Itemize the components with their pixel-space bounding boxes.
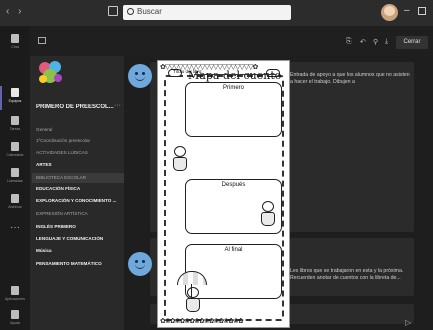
title-bar: ‹ › Buscar –: [0, 0, 433, 26]
channel-item[interactable]: PENSAMIENTO MATEMÁTICO: [36, 261, 124, 266]
channel-item[interactable]: General: [36, 127, 124, 132]
teams-icon: [11, 88, 19, 97]
avatar-eye: [142, 260, 145, 263]
zoom-icon[interactable]: ⚲: [373, 38, 378, 46]
channel-item[interactable]: ACTIVIDADES LÚDICAS: [36, 150, 124, 155]
appbar-label: Chat: [11, 45, 19, 49]
appbar-label: Aplicaciones: [5, 297, 25, 301]
save-icon[interactable]: ⤓: [385, 38, 388, 46]
assignments-icon: [11, 116, 19, 125]
book-title-line: [194, 74, 276, 75]
channel-item[interactable]: ARTES: [36, 162, 124, 167]
appbar-teams[interactable]: Equipos: [0, 84, 30, 112]
worksheet-image[interactable]: ✿▽▽▽▽▽▽▽▽▽▽▽▽▽▽▽▽▽▽▽▽✿ Mapa del cuento T…: [157, 60, 290, 328]
viewer-header: ⎘ ↶ ⚲ ⤓ Cerrar: [30, 26, 433, 56]
channel-item[interactable]: EXPRESIÓN ARTÍSTICA: [36, 211, 124, 216]
avatar-eye: [135, 260, 138, 263]
appbar-calls[interactable]: Llamadas: [0, 164, 30, 192]
child-illustration: [185, 287, 201, 313]
avatar-smile: [135, 76, 145, 81]
child-head: [262, 201, 274, 212]
channel-item[interactable]: INGLÉS PRIMERO: [36, 224, 124, 229]
appbar-chat[interactable]: Chat: [0, 30, 30, 58]
appbar-label: Llamadas: [7, 179, 23, 183]
child-illustration: [260, 201, 276, 227]
channel-item[interactable]: LENGUAJE Y COMUNICACIÓN: [36, 236, 124, 241]
appbar-label: Archivos: [8, 205, 22, 209]
appbar-files[interactable]: Archivos: [0, 190, 30, 218]
appbar-label: Ayuda: [10, 321, 20, 325]
document-icon: [38, 37, 46, 44]
teams-window: ‹ › Buscar – Chat Equipos Tareas Calenda…: [0, 0, 433, 330]
close-button[interactable]: Cerrar: [396, 36, 428, 49]
avatar-smile: [135, 264, 145, 269]
channel-panel: PRIMERO DE PREESCOL... ··· General 1ºCoo…: [30, 56, 124, 330]
child-body: [261, 212, 275, 226]
back-forward-nav[interactable]: ‹ ›: [6, 6, 24, 17]
compose-icon[interactable]: [108, 6, 118, 16]
story-box-label: Primero: [222, 85, 244, 91]
download-icon[interactable]: ⎘: [346, 38, 352, 46]
channel-item[interactable]: EXPLORACIÓN Y CONOCIMIENTO ...: [36, 198, 124, 203]
message-text: Les libros que se trabajaron en esta y l…: [290, 268, 404, 281]
child-head: [174, 146, 186, 157]
team-name[interactable]: PRIMERO DE PREESCOL...: [36, 104, 126, 110]
umbrella-handle: [191, 284, 192, 298]
maximize-button[interactable]: [418, 7, 426, 15]
help-icon: [11, 310, 19, 319]
appbar-label: Equipos: [8, 99, 22, 103]
send-icon[interactable]: ▷: [405, 318, 411, 327]
channel-item[interactable]: 1ºCoordinación preescolar: [36, 138, 124, 143]
search-input[interactable]: Buscar: [137, 7, 162, 16]
story-box-label: Al final: [224, 247, 243, 253]
profile-avatar[interactable]: [381, 4, 398, 21]
app-bar: Chat Equipos Tareas Calendario Llamadas …: [0, 26, 30, 330]
channel-item[interactable]: Música: [36, 248, 124, 253]
user-avatar[interactable]: [128, 252, 152, 276]
team-logo: [39, 61, 62, 83]
appbar-calendar[interactable]: Calendario: [0, 138, 30, 166]
search-icon: [127, 8, 134, 15]
file-icon: [11, 194, 19, 203]
story-box-first: Primero: [185, 82, 282, 137]
message-text: Entrada de apoyo a que los alumnos que n…: [290, 72, 410, 85]
channel-item[interactable]: EDUCACIÓN FÍSICA: [36, 186, 124, 191]
apps-icon: [11, 286, 19, 295]
avatar-eye: [135, 72, 138, 75]
bottom-decoration: ✿❀✿❀✿❀✿❀✿❀✿❀✿❀✿❀✿: [160, 318, 244, 325]
phone-icon: [11, 168, 19, 177]
minimize-button[interactable]: –: [404, 5, 410, 16]
more-apps-icon[interactable]: ···: [0, 222, 30, 233]
story-box-label: Después: [221, 182, 246, 188]
search-box[interactable]: Buscar: [123, 5, 291, 20]
appbar-label: Tareas: [9, 127, 21, 131]
channel-item-selected[interactable]: BIBLIOTECA ESCOLAR: [32, 173, 124, 183]
user-avatar[interactable]: [128, 64, 152, 88]
child-illustration: [172, 146, 188, 172]
child-body: [186, 298, 200, 312]
child-head: [187, 287, 199, 298]
child-body: [173, 157, 187, 171]
rotate-icon[interactable]: ↶: [360, 38, 366, 46]
appbar-assignments[interactable]: Tareas: [0, 112, 30, 140]
calendar-icon: [11, 142, 19, 151]
appbar-label: Calendario: [6, 153, 24, 157]
appbar-help[interactable]: Ayuda: [0, 306, 30, 330]
avatar-eye: [142, 72, 145, 75]
chat-icon: [11, 34, 19, 43]
team-more-icon[interactable]: ···: [114, 102, 121, 109]
